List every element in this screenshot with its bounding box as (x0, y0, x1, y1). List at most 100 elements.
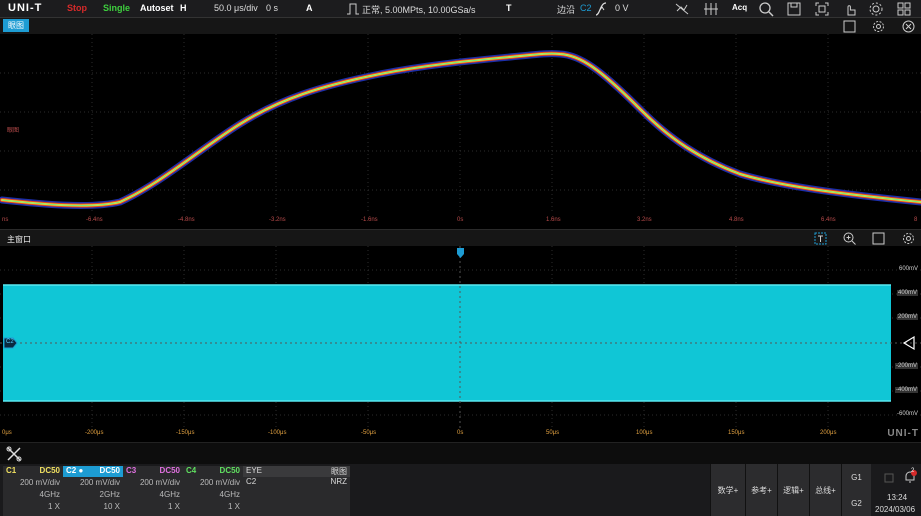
channel-c2-box[interactable]: C2 ● DC50 200 mV/div 2GHz 10 X (63, 466, 123, 516)
channel-marker[interactable]: C2 (6, 339, 14, 345)
trigger-label[interactable]: T (506, 3, 512, 13)
eye-window-header (0, 18, 921, 34)
tools-icon[interactable] (6, 446, 22, 462)
trigger-source[interactable]: C2 (580, 3, 592, 13)
eye-x-tick: -3.2ns (269, 217, 286, 223)
eye-side-label: 眼图 (7, 128, 20, 134)
eye-info-name: EYE (246, 466, 263, 475)
tool-row (0, 442, 921, 464)
eye-x-tick: -4.8ns (178, 217, 195, 223)
main-settings-icon[interactable] (902, 232, 915, 245)
eye-info-box[interactable]: EYE 眼图 C2 NRZ (243, 466, 350, 516)
channel-name: C1 (6, 466, 17, 475)
trigger-level[interactable]: 0 V (615, 3, 629, 13)
trigger-marker-icon[interactable] (814, 232, 827, 245)
autoset-button[interactable]: Autoset (140, 3, 174, 13)
watermark-logo: UNI-T (887, 428, 919, 439)
channel-scale: 200 mV/div (199, 478, 240, 487)
maximize-main-icon[interactable] (872, 232, 885, 245)
y-tick: 600mV (898, 266, 918, 272)
y-tick: -400mV (894, 387, 918, 393)
math-button[interactable]: 数学+ (710, 464, 745, 516)
channel-coupling: DC50 (39, 466, 60, 475)
notification-bell-icon[interactable] (903, 470, 917, 484)
eye-x-tick: 6.4ns (821, 217, 836, 223)
main-window-title: 主窗口 (7, 235, 31, 244)
x-tick: -100μs (268, 430, 287, 436)
logic-button[interactable]: 逻辑+ (777, 464, 809, 516)
x-tick: 200μs (820, 430, 837, 436)
eye-info-type: 眼图 (331, 467, 347, 476)
channel-c1-box[interactable]: C1 DC50 200 mV/div 4GHz 1 X (3, 466, 63, 516)
eye-diagram-window[interactable]: 眼图 ns -6.4ns -4.8ns -3.2ns -1.6ns 0s 1.6… (0, 34, 921, 228)
eye-x-tick: 0s (457, 217, 464, 223)
timebase-value[interactable]: 50.0 μs/div (214, 3, 258, 13)
screenshot-icon[interactable] (814, 1, 830, 17)
acquisition-info[interactable]: 正常, 5.00MPts, 10.00GSa/s (362, 3, 476, 16)
trigger-mode[interactable]: 边沿 (557, 3, 575, 16)
eye-x-tick: -6.4ns (86, 217, 103, 223)
channel-probe: 10 X (103, 502, 120, 511)
cursor-measure-icon[interactable] (674, 1, 690, 17)
window-settings-icon[interactable] (872, 20, 885, 33)
y-tick: 200mV (896, 314, 918, 320)
channel-coupling: DC50 (159, 466, 180, 475)
touch-lock-icon[interactable] (842, 1, 858, 17)
eye-x-tick: 1.6ns (546, 217, 561, 223)
top-toolbar: UNI-T Stop Single Autoset H 50.0 μs/div … (0, 0, 921, 18)
channel-bandwidth: 4GHz (159, 490, 180, 499)
rising-edge-icon (595, 2, 607, 16)
x-tick: 100μs (636, 430, 653, 436)
reference-button[interactable]: 参考+ (745, 464, 777, 516)
channel-c4-box[interactable]: C4 DC50 200 mV/div 4GHz 1 X (183, 466, 243, 516)
pulse-icon (347, 3, 359, 15)
bottom-panel: C1 DC50 200 mV/div 4GHz 1 X C2 ● DC50 200 … (0, 464, 921, 516)
eye-x-tick: ns (2, 217, 9, 223)
save-icon[interactable] (786, 1, 802, 17)
eye-diagram-plot (0, 34, 921, 214)
x-tick: -200μs (85, 430, 104, 436)
x-tick: 0μs (2, 430, 12, 436)
x-tick: -50μs (361, 430, 377, 436)
usb-icon (884, 473, 894, 483)
y-tick: -600mV (896, 411, 918, 417)
g1-button[interactable]: G1 (841, 464, 871, 490)
horizontal-label[interactable]: H (180, 3, 187, 13)
eye-info-code: NRZ (330, 477, 347, 486)
g2-button[interactable]: G2 (841, 490, 871, 516)
channel-c3-box[interactable]: C3 DC50 200 mV/div 4GHz 1 X (123, 466, 183, 516)
single-button[interactable]: Single (103, 3, 130, 13)
maximize-icon[interactable] (843, 20, 856, 33)
measure-icon[interactable] (703, 1, 719, 17)
settings-gear-icon[interactable] (868, 1, 884, 17)
eye-info-source: C2 (246, 477, 257, 486)
zoom-icon[interactable] (843, 232, 856, 245)
close-window-icon[interactable] (902, 20, 915, 33)
channel-coupling: DC50 (99, 466, 120, 475)
eye-window-tab[interactable]: 眼图 (3, 19, 29, 32)
run-stop-button[interactable]: Stop (67, 3, 87, 13)
eye-x-tick: 8 (914, 217, 918, 223)
x-tick: 50μs (546, 430, 560, 436)
search-icon[interactable] (758, 1, 774, 17)
brand-logo: UNI-T (8, 2, 43, 14)
channel-scale: 200 mV/div (19, 478, 60, 487)
clock-time: 13:24 (887, 493, 908, 502)
channel-probe: 1 X (227, 502, 240, 511)
main-waveform-window[interactable]: C2 600mV 400mV 200mV -200mV -400mV -600m… (0, 246, 921, 442)
channel-bandwidth: 4GHz (39, 490, 60, 499)
channel-name: C2 (66, 466, 77, 475)
clock-date: 2024/03/06 (875, 505, 916, 514)
channel-name: C3 (126, 466, 137, 475)
bus-button[interactable]: 总线+ (809, 464, 841, 516)
eye-x-tick: 4.8ns (729, 217, 744, 223)
horizontal-offset[interactable]: 0 s (266, 3, 278, 13)
main-waveform-plot (0, 246, 921, 428)
layout-grid-icon[interactable] (896, 1, 912, 17)
acquire-label[interactable]: A (306, 3, 313, 13)
acq-button[interactable]: Acq (732, 3, 747, 12)
channel-probe: 1 X (167, 502, 180, 511)
notification-count: 2 (911, 468, 915, 474)
channel-bandwidth: 4GHz (219, 490, 240, 499)
channel-scale: 200 mV/div (79, 478, 120, 487)
